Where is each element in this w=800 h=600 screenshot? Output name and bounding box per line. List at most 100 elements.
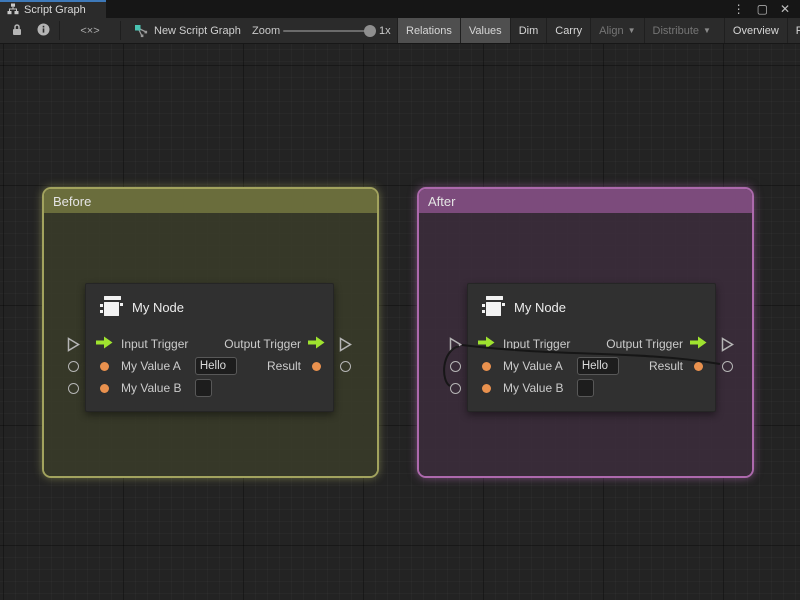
orange-dot-icon [482,362,491,371]
port-label: Output Trigger [606,337,683,351]
output-trigger-port[interactable]: Output Trigger [224,333,333,355]
green-arrow-icon [308,336,325,352]
result-port[interactable]: Result [267,355,333,377]
close-icon[interactable]: ✕ [776,2,794,16]
graph-title: New Script Graph [134,18,241,43]
my-value-b-port[interactable]: My Value B [86,379,212,397]
tab-bar: Script Graph ⋮ ▢ ✕ [0,0,800,18]
toolbar-buttons: Relations Values Dim Carry Align ▼ Distr… [397,18,800,43]
value-b-input[interactable] [577,379,594,397]
port-label: Result [649,359,683,373]
angle-brackets-x-icon: <×> [80,25,99,37]
external-result-port[interactable] [340,361,351,372]
button-label: Full Screen [796,25,800,37]
toolbar-separator [59,21,60,40]
node-title: My Node [514,300,566,315]
toolbar-separator [120,21,121,40]
node-header: My Node [98,293,184,322]
external-flow-input-port[interactable] [67,337,80,355]
code-preview-button[interactable]: <×> [63,18,117,43]
node-my-node-before[interactable]: My Node Input Trigger Output Trigger [85,283,334,412]
value-b-input[interactable] [195,379,212,397]
port-row: My Value B [86,377,333,399]
zoom-label: Zoom [252,18,280,43]
value-a-input[interactable] [577,357,619,375]
port-label: Result [267,359,301,373]
external-value-a-port[interactable] [68,361,79,372]
unit-node-icon [480,293,506,322]
green-arrow-icon [478,336,495,352]
graph-toolbar: <×> New Script Graph Zoom 1x Relations [0,18,800,44]
node-ports: Input Trigger Output Trigger My Value A [86,333,333,399]
external-flow-input-port[interactable] [449,337,462,355]
input-trigger-port[interactable]: Input Trigger [86,336,188,352]
dim-button[interactable]: Dim [510,18,547,43]
external-value-b-port[interactable] [68,383,79,394]
external-flow-output-port[interactable] [721,337,734,355]
node-title: My Node [132,300,184,315]
my-value-b-port[interactable]: My Value B [468,379,594,397]
port-row: Input Trigger Output Trigger [468,333,715,355]
teal-node-edges-icon [134,24,148,38]
button-label: Dim [519,25,539,37]
port-row: My Value B [468,377,715,399]
port-label: Input Trigger [503,337,570,351]
external-flow-output-port[interactable] [339,337,352,355]
node-header: My Node [480,293,566,322]
chevron-down-icon: ▼ [703,26,711,35]
button-label: Overview [733,25,779,37]
group-before-header[interactable]: Before [44,189,377,213]
my-value-a-port[interactable]: My Value A [468,357,619,375]
graph-name-label: New Script Graph [154,25,241,37]
info-circle-icon [37,23,50,39]
window-controls: ⋮ ▢ ✕ [729,0,800,18]
orange-dot-icon [694,362,703,371]
align-dropdown-button[interactable]: Align ▼ [590,18,643,43]
chevron-down-icon: ▼ [628,26,636,35]
maximize-icon[interactable]: ▢ [753,2,772,16]
external-value-a-port[interactable] [450,361,461,372]
value-a-input[interactable] [195,357,237,375]
zoom-slider-track[interactable] [283,30,371,32]
port-row: Input Trigger Output Trigger [86,333,333,355]
lock-button[interactable] [4,18,30,43]
carry-button[interactable]: Carry [546,18,590,43]
port-label: My Value A [503,359,563,373]
green-arrow-icon [96,336,113,352]
group-label: Before [53,194,91,209]
tab-script-graph[interactable]: Script Graph [0,0,106,18]
unit-node-icon [98,293,124,322]
port-label: My Value B [503,381,563,395]
button-label: Align [599,25,623,37]
relations-button[interactable]: Relations [397,18,460,43]
input-trigger-port[interactable]: Input Trigger [468,336,570,352]
overview-button[interactable]: Overview [724,18,787,43]
info-button[interactable] [30,18,56,43]
full-screen-button[interactable]: Full Screen [787,18,800,43]
tab-label: Script Graph [24,4,86,16]
node-ports: Input Trigger Output Trigger My Value A [468,333,715,399]
output-trigger-port[interactable]: Output Trigger [606,333,715,355]
group-after-header[interactable]: After [419,189,752,213]
my-value-a-port[interactable]: My Value A [86,357,237,375]
orange-dot-icon [100,384,109,393]
green-arrow-icon [690,336,707,352]
values-button[interactable]: Values [460,18,510,43]
external-result-port[interactable] [722,361,733,372]
zoom-slider-knob[interactable] [364,25,376,37]
group-label: After [428,194,455,209]
node-my-node-after[interactable]: My Node Input Trigger Output Trigger [467,283,716,412]
window-menu-icon[interactable]: ⋮ [729,2,749,16]
port-label: Input Trigger [121,337,188,351]
orange-dot-icon [312,362,321,371]
distribute-dropdown-button[interactable]: Distribute ▼ [644,18,719,43]
button-label: Distribute [653,25,699,37]
graph-canvas[interactable]: Before After [0,44,800,600]
orange-dot-icon [100,362,109,371]
external-value-b-port[interactable] [450,383,461,394]
port-row: My Value A Result [468,355,715,377]
script-graph-window: Script Graph ⋮ ▢ ✕ [0,0,800,600]
padlock-icon [11,23,23,39]
port-label: My Value A [121,359,181,373]
result-port[interactable]: Result [649,355,715,377]
